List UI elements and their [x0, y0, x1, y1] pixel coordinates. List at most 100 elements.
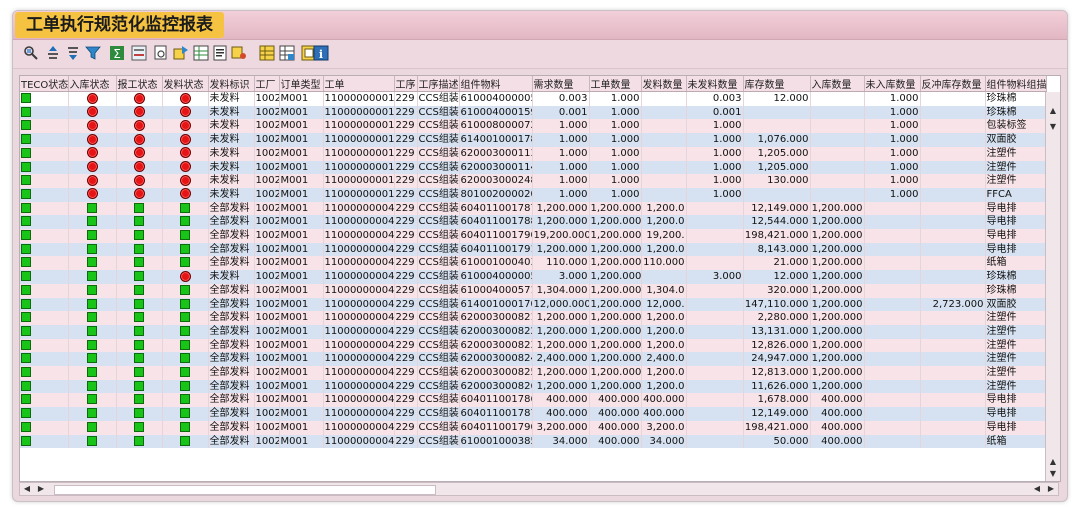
column-header[interactable]: 工厂 — [254, 76, 280, 92]
column-header[interactable]: 订单类型 — [279, 76, 324, 92]
table-row[interactable]: 未发料 1002 M001 110000000013 229 CCS组装 610004000… — [20, 91, 1047, 106]
table-row[interactable]: 全部发料 1002 M001 110000000048 229 CCS组装 61000100… — [20, 434, 1047, 449]
status-cell — [68, 256, 117, 271]
column-header[interactable]: 需求数量 — [532, 76, 590, 92]
table-row[interactable]: 未发料 1002 M001 110000000013 229 CCS组装 610008000… — [20, 119, 1047, 134]
table-row[interactable]: 全部发料 1002 M001 110000000047 229 CCS组装 61400100… — [20, 297, 1047, 312]
order-type-cell: M001 — [279, 160, 324, 175]
vertical-scrollbar[interactable]: ▲ ▼ ▲ ▼ — [1045, 92, 1060, 481]
column-header[interactable]: 组件物料 — [459, 76, 533, 92]
sort-ascending-icon[interactable] — [45, 45, 61, 61]
column-header[interactable]: TECO状态 — [20, 76, 69, 92]
order-type-cell: M001 — [279, 297, 324, 312]
scroll-right-end-icon[interactable]: ▶ — [1046, 484, 1056, 494]
column-header[interactable]: 入库状态 — [68, 76, 117, 92]
table-row[interactable]: 未发料 1002 M001 110000000013 229 CCS组装 620003000… — [20, 146, 1047, 161]
stock-qty-cell: 12,149.000 — [743, 407, 811, 421]
backflush-stock-cell — [920, 420, 986, 435]
order-number-cell: 110000000047 — [323, 270, 395, 284]
table-row[interactable]: 全部发料 1002 M001 110000000047 229 CCS组装 61000100… — [20, 256, 1047, 271]
status-cell — [162, 201, 209, 216]
column-header[interactable]: 组件物料组描 — [985, 76, 1047, 92]
table-row[interactable]: 未发料 1002 M001 110000000047 229 CCS组装 610004000… — [20, 270, 1047, 284]
scroll-left-end-icon[interactable]: ◀ — [1032, 484, 1042, 494]
issue-flag-cell: 全部发料 — [208, 283, 255, 298]
table-row[interactable]: 全部发料 1002 M001 110000000047 229 CCS组装 62000300… — [20, 352, 1047, 367]
column-header[interactable]: 工单 — [323, 76, 395, 92]
sort-descending-icon[interactable] — [65, 45, 81, 61]
unreceived-qty-cell — [864, 270, 921, 284]
layout-change-icon[interactable] — [231, 45, 247, 61]
horizontal-scrollbar[interactable]: ◀ ▶ ◀ ▶ — [19, 482, 1059, 496]
teco-status-icon-green — [21, 380, 31, 391]
table-row[interactable]: 全部发料 1002 M001 110000000047 229 CCS组装 62000300… — [20, 324, 1047, 339]
column-header[interactable]: 发料状态 — [162, 76, 209, 92]
scroll-up-bottom-icon[interactable]: ▲ — [1048, 457, 1058, 467]
teco-status-icon-green — [21, 353, 31, 364]
stock-qty-cell: 12,544.000 — [743, 215, 811, 230]
scroll-down-icon[interactable]: ▼ — [1048, 122, 1058, 132]
operation-desc-cell: CCS组装 — [417, 187, 460, 202]
column-header[interactable]: 库存数量 — [743, 76, 811, 92]
order-number-cell: 110000000047 — [323, 311, 395, 325]
table-row[interactable]: 全部发料 1002 M001 110000000047 229 CCS组装 62000300… — [20, 311, 1047, 325]
teco-status-icon-green — [21, 147, 31, 158]
subtotal-icon[interactable] — [131, 45, 147, 61]
word-processing-icon[interactable] — [213, 45, 229, 61]
backflush-stock-cell — [920, 242, 986, 257]
table-row[interactable]: 全部发料 1002 M001 110000000047 229 CCS组装 60401100… — [20, 201, 1047, 216]
table-row[interactable]: 全部发料 1002 M001 110000000048 229 CCS组装 60401100… — [20, 407, 1047, 421]
table-row[interactable]: 未发料 1002 M001 110000000013 229 CCS组装 620003000… — [20, 160, 1047, 175]
table-row[interactable]: 全部发料 1002 M001 110000000047 229 CCS组装 62000300… — [20, 366, 1047, 380]
scroll-right-icon[interactable]: ▶ — [36, 484, 46, 494]
order-type-cell: M001 — [279, 133, 324, 147]
column-header[interactable]: 发料标识 — [208, 76, 255, 92]
column-header[interactable]: 工序描述 — [417, 76, 460, 92]
info-icon[interactable]: i — [313, 45, 329, 61]
table-row[interactable]: 全部发料 1002 M001 110000000047 229 CCS组装 61000400… — [20, 283, 1047, 298]
table-row[interactable]: 未发料 1002 M001 110000000013 229 CCS组装 614001000… — [20, 133, 1047, 147]
table-row[interactable]: 全部发料 1002 M001 110000000047 229 CCS组装 62000300… — [20, 379, 1047, 394]
column-header[interactable]: 入库数量 — [810, 76, 865, 92]
column-header[interactable]: 反冲库存数量 — [920, 76, 986, 92]
column-header[interactable]: 未发料数量 — [686, 76, 744, 92]
horizontal-scroll-thumb[interactable] — [54, 485, 436, 495]
table-row[interactable]: 全部发料 1002 M001 110000000047 229 CCS组装 60401100… — [20, 215, 1047, 230]
column-header[interactable]: 报工状态 — [116, 76, 163, 92]
required-qty-cell: 1,200.000 — [532, 215, 590, 230]
layout-select-icon[interactable] — [259, 45, 275, 61]
table-row[interactable]: 未发料 1002 M001 110000000013 229 CCS组装 610004000… — [20, 105, 1047, 120]
scroll-down-bottom-icon[interactable]: ▼ — [1048, 469, 1058, 479]
status-cell — [162, 174, 209, 188]
table-row[interactable]: 全部发料 1002 M001 110000000047 229 CCS组装 62000300… — [20, 338, 1047, 353]
plant-cell: 1002 — [254, 187, 280, 202]
table-row[interactable]: 全部发料 1002 M001 110000000048 229 CCS组装 60401100… — [20, 393, 1047, 408]
export-icon[interactable] — [173, 45, 189, 61]
scroll-up-icon[interactable]: ▲ — [1048, 106, 1058, 116]
details-icon[interactable] — [23, 45, 39, 61]
unissued-qty-cell — [686, 215, 744, 230]
table-row[interactable]: 未发料 1002 M001 110000000013 229 CCS组装 801002000… — [20, 187, 1047, 202]
table-row[interactable]: 全部发料 1002 M001 110000000047 229 CCS组装 60401100… — [20, 242, 1047, 257]
issue-flag-cell: 全部发料 — [208, 434, 255, 449]
table-row[interactable]: 全部发料 1002 M001 110000000047 229 CCS组装 60401100… — [20, 229, 1047, 243]
issued-qty-cell — [641, 187, 687, 202]
status-cell — [20, 160, 69, 175]
print-preview-icon[interactable] — [153, 45, 169, 61]
table-row[interactable]: 未发料 1002 M001 110000000013 229 CCS组装 620003000… — [20, 174, 1047, 188]
component-material-cell: 620003000248 — [459, 174, 533, 188]
scroll-left-icon[interactable]: ◀ — [22, 484, 32, 494]
order-qty-cell: 1,200.000 — [589, 283, 642, 298]
column-header[interactable]: 工序 — [394, 76, 418, 92]
status-cell — [68, 91, 117, 106]
sum-icon[interactable]: Σ — [109, 45, 125, 61]
status-cell — [20, 379, 69, 394]
column-header[interactable]: 发料数量 — [641, 76, 687, 92]
status-cell — [68, 270, 117, 284]
layout-save-icon[interactable] — [279, 45, 295, 61]
table-row[interactable]: 全部发料 1002 M001 110000000048 229 CCS组装 60401100… — [20, 420, 1047, 435]
column-header[interactable]: 未入库数量 — [864, 76, 921, 92]
spreadsheet-icon[interactable] — [193, 45, 209, 61]
column-header[interactable]: 工单数量 — [589, 76, 642, 92]
filter-icon[interactable] — [85, 45, 101, 61]
